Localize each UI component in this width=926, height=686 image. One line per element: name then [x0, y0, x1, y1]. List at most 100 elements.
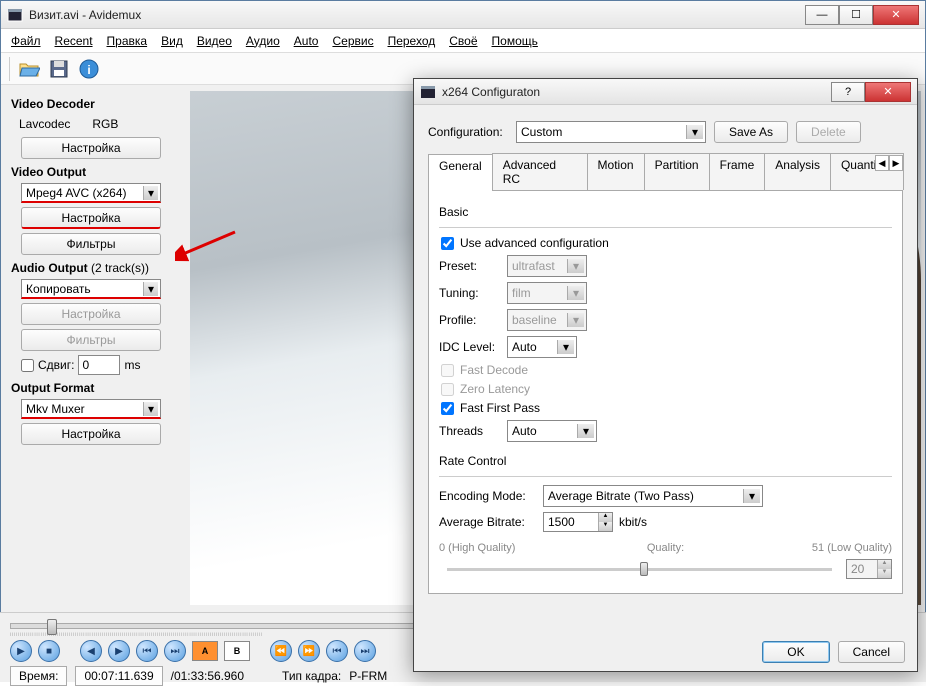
current-time-box[interactable]: 00:07:11.639 — [75, 666, 162, 686]
time-label-box: Время: — [10, 666, 67, 686]
ok-button[interactable]: OK — [762, 641, 829, 663]
bitrate-up-icon[interactable]: ▲ — [598, 513, 612, 522]
video-decoder-title: Video Decoder — [11, 97, 176, 111]
tab-partition[interactable]: Partition — [644, 153, 710, 190]
prev-keyframe-button[interactable]: ⏮ — [136, 640, 158, 662]
menu-edit[interactable]: Правка — [107, 34, 148, 48]
idc-combo[interactable]: Auto — [507, 336, 577, 358]
profile-combo: baseline — [507, 309, 587, 331]
quality-left-label: 0 (High Quality) — [439, 542, 549, 554]
tab-general[interactable]: General — [428, 154, 493, 191]
menu-audio[interactable]: Аудио — [246, 34, 280, 48]
lavcodec-label: Lavcodec — [19, 117, 70, 131]
tab-panel-general: Basic Use advanced configuration Preset:… — [428, 191, 903, 594]
marker-b-button[interactable]: B — [224, 641, 250, 661]
format-configure-button[interactable]: Настройка — [21, 423, 161, 445]
use-advanced-label: Use advanced configuration — [460, 236, 609, 250]
preset-combo: ultrafast — [507, 255, 587, 277]
minimize-button[interactable]: — — [805, 5, 839, 25]
config-combo[interactable]: Custom — [516, 121, 706, 143]
use-advanced-checkbox[interactable] — [441, 237, 454, 250]
open-file-icon[interactable] — [18, 58, 40, 80]
goto-start-button[interactable]: ⏪ — [270, 640, 292, 662]
menubar: Файл Recent Правка Вид Видео Аудио Auto … — [1, 29, 925, 53]
maximize-button[interactable]: ☐ — [839, 5, 873, 25]
shift-checkbox[interactable] — [21, 359, 34, 372]
shift-input[interactable] — [78, 355, 120, 375]
audio-output-title: Audio Output (2 track(s)) — [11, 261, 176, 275]
play-button[interactable]: ▶ — [10, 640, 32, 662]
prev-marker-button[interactable]: ⏮ — [326, 640, 348, 662]
quality-center-label: Quality: — [555, 542, 776, 554]
main-titlebar: Визит.avi - Avidemux — ☐ ✕ — [1, 1, 925, 29]
quality-right-label: 51 (Low Quality) — [782, 542, 892, 554]
audio-configure-button: Настройка — [21, 303, 161, 325]
fast-first-pass-checkbox[interactable] — [441, 402, 454, 415]
avg-bitrate-input[interactable]: 1500 ▲▼ — [543, 512, 613, 532]
encoding-mode-combo[interactable]: Average Bitrate (Two Pass) — [543, 485, 763, 507]
video-filters-button[interactable]: Фильтры — [21, 233, 161, 255]
menu-recent[interactable]: Recent — [55, 34, 93, 48]
zero-latency-checkbox — [441, 383, 454, 396]
timeline-thumb[interactable] — [47, 619, 57, 635]
stop-button[interactable]: ■ — [38, 640, 60, 662]
tuning-combo: film — [507, 282, 587, 304]
video-configure-button[interactable]: Настройка — [21, 207, 161, 229]
marker-a-button[interactable]: A — [192, 641, 218, 661]
shift-label: Сдвиг: — [38, 358, 74, 372]
tab-analysis[interactable]: Analysis — [764, 153, 831, 190]
menu-auto[interactable]: Auto — [294, 34, 319, 48]
frame-type-label: Тип кадра: — [282, 669, 341, 683]
video-codec-combo[interactable]: Mpeg4 AVC (x264) — [21, 183, 161, 203]
tabs: General Advanced RC Motion Partition Fra… — [428, 153, 903, 191]
muxer-combo[interactable]: Mkv Muxer — [21, 399, 161, 419]
threads-combo[interactable]: Auto — [507, 420, 597, 442]
idc-label: IDC Level: — [439, 340, 501, 354]
delete-button: Delete — [796, 121, 861, 143]
save-file-icon[interactable] — [48, 58, 70, 80]
window-title: Визит.avi - Avidemux — [29, 8, 805, 22]
next-marker-button[interactable]: ⏭ — [354, 640, 376, 662]
menu-goto[interactable]: Переход — [388, 34, 436, 48]
total-time: /01:33:56.960 — [171, 669, 244, 683]
tab-frame[interactable]: Frame — [709, 153, 766, 190]
rgb-label: RGB — [92, 117, 118, 131]
tab-motion[interactable]: Motion — [587, 153, 645, 190]
encoding-mode-label: Encoding Mode: — [439, 489, 537, 503]
zero-latency-label: Zero Latency — [460, 382, 530, 396]
tab-advanced-rc[interactable]: Advanced RC — [492, 153, 588, 190]
goto-end-button[interactable]: ⏩ — [298, 640, 320, 662]
quality-slider — [447, 568, 832, 571]
audio-filters-button: Фильтры — [21, 329, 161, 351]
preset-label: Preset: — [439, 259, 501, 273]
menu-tools[interactable]: Сервис — [332, 34, 373, 48]
next-frame-button[interactable]: ▶ — [108, 640, 130, 662]
tabs-scroll-right[interactable]: ▶ — [889, 155, 903, 171]
audio-mode-combo[interactable]: Копировать — [21, 279, 161, 299]
menu-custom[interactable]: Своё — [449, 34, 477, 48]
next-keyframe-button[interactable]: ⏭ — [164, 640, 186, 662]
rate-control-label: Rate Control — [439, 454, 892, 468]
dialog-close-button[interactable]: ✕ — [865, 82, 911, 102]
menu-view[interactable]: Вид — [161, 34, 183, 48]
kbits-label: kbit/s — [619, 515, 647, 529]
menu-video[interactable]: Видео — [197, 34, 232, 48]
config-label: Configuration: — [428, 125, 508, 139]
cancel-button[interactable]: Cancel — [838, 641, 905, 663]
bitrate-down-icon[interactable]: ▼ — [598, 522, 612, 531]
svg-text:i: i — [87, 63, 90, 77]
decoder-configure-button[interactable]: Настройка — [21, 137, 161, 159]
save-as-button[interactable]: Save As — [714, 121, 788, 143]
dialog-title: x264 Configuraton — [442, 85, 831, 99]
tuning-label: Tuning: — [439, 286, 501, 300]
dialog-icon — [420, 84, 436, 100]
dialog-help-button[interactable]: ? — [831, 82, 865, 102]
menu-help[interactable]: Помощь — [492, 34, 538, 48]
prev-frame-button[interactable]: ◀ — [80, 640, 102, 662]
menu-file[interactable]: Файл — [11, 34, 41, 48]
tabs-scroll-left[interactable]: ◀ — [875, 155, 889, 171]
app-icon — [7, 7, 23, 23]
info-icon[interactable]: i — [78, 58, 100, 80]
close-button[interactable]: ✕ — [873, 5, 919, 25]
annotation-arrow — [175, 228, 245, 268]
